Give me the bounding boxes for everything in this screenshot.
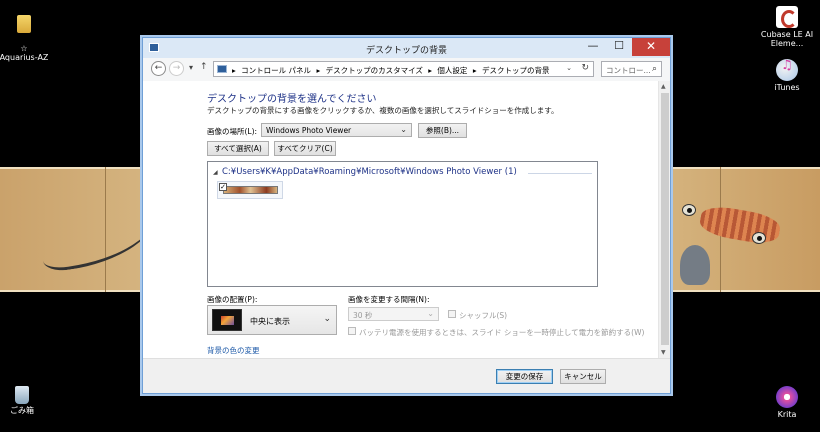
picture-thumbnail-item[interactable]: ✓ [217, 181, 283, 199]
breadcrumb-separator[interactable]: ▸ [232, 66, 236, 75]
picture-position-value: 中央に表示 [250, 317, 290, 326]
control-panel-icon [217, 65, 227, 73]
scroll-up-icon[interactable]: ▲ [661, 83, 666, 90]
collapse-group-icon[interactable]: ◢ [213, 169, 218, 176]
browse-button[interactable]: 参照(B)... [418, 123, 467, 138]
search-icon[interactable]: ⌕ [652, 64, 657, 74]
search-placeholder: コントロー... [606, 66, 651, 75]
chevron-down-icon: ⌄ [400, 125, 407, 134]
address-bar[interactable]: ▸ コントロール パネル ▸ デスクトップのカスタマイズ ▸ 個人設定 ▸ デス… [213, 61, 594, 77]
desktop-icon-cubase[interactable]: Cubase LE AI Eleme... [752, 6, 820, 48]
search-input[interactable]: コントロー... ⌕ [601, 61, 662, 77]
battery-pause-label: バッテリ電源を使用するときは、スライド ショーを一時停止して電力を節約する(W) [359, 328, 645, 337]
cancel-button[interactable]: キャンセル [560, 369, 606, 384]
select-all-button[interactable]: すべて選択(A) [207, 141, 269, 156]
shuffle-label: シャッフル(S) [459, 311, 508, 320]
desktop-icon-recycle-bin[interactable]: ごみ箱 [0, 386, 57, 415]
scroll-down-icon[interactable]: ▼ [661, 349, 666, 356]
picture-location-value: Windows Photo Viewer [266, 126, 352, 135]
change-interval-value: 30 秒 [353, 311, 373, 320]
save-changes-button[interactable]: 変更の保存 [496, 369, 553, 384]
navigation-bar: ← → ▾ ↑ ▸ コントロール パネル ▸ デスクトップのカスタマイズ ▸ 個… [143, 58, 670, 81]
battery-pause-checkbox[interactable] [348, 327, 356, 335]
shuffle-checkbox[interactable] [448, 310, 456, 318]
main-content: デスクトップの背景を選んでください デスクトップの背景にする画像をクリックするか… [143, 81, 658, 358]
clear-all-button[interactable]: すべてクリア(C) [274, 141, 336, 156]
minimize-button[interactable]: — [580, 38, 606, 56]
vertical-scrollbar[interactable]: ▲ ▼ [658, 81, 670, 358]
picture-thumbnail [223, 186, 278, 194]
wallpaper-blue-feather [680, 245, 710, 285]
change-interval-select[interactable]: 30 秒 ⌄ [348, 307, 439, 321]
picture-list[interactable]: ◢ C:¥Users¥K¥AppData¥Roaming¥Microsoft¥W… [207, 161, 598, 287]
chevron-down-icon: ⌄ [427, 309, 434, 318]
picture-position-label: 画像の配置(P): [207, 295, 258, 304]
dialog-footer: 変更の保存 キャンセル [143, 358, 670, 393]
group-divider [528, 173, 592, 174]
page-title: デスクトップの背景を選んでください [207, 94, 377, 105]
change-background-color-link[interactable]: 背景の色の変更 [207, 345, 260, 356]
cubase-app-icon [776, 6, 798, 28]
wallpaper-bird-eye [682, 204, 696, 216]
desktop-background-window: デスクトップの背景 — ☐ ✕ ← → ▾ ↑ ▸ コントロール パネル ▸ デ… [142, 37, 671, 394]
breadcrumb-control-panel[interactable]: コントロール パネル [241, 66, 311, 75]
desktop-icon-krita[interactable]: Krita [752, 386, 820, 419]
krita-app-icon [776, 386, 798, 408]
breadcrumb-separator[interactable]: ▸ [473, 66, 477, 75]
up-button[interactable]: ↑ [200, 62, 208, 72]
breadcrumb-separator[interactable]: ▸ [316, 66, 320, 75]
address-dropdown-icon[interactable]: ⌄ [566, 64, 572, 72]
breadcrumb-desktop-background[interactable]: デスクトップの背景 [482, 66, 550, 75]
breadcrumb-customization[interactable]: デスクトップのカスタマイズ [326, 66, 423, 75]
position-preview-icon [212, 309, 242, 331]
picture-group-header[interactable]: C:¥Users¥K¥AppData¥Roaming¥Microsoft¥Win… [222, 167, 517, 177]
picture-checkbox[interactable]: ✓ [219, 183, 227, 191]
itunes-app-icon [776, 59, 798, 81]
picture-position-select[interactable]: 中央に表示 ⌄ [207, 305, 337, 335]
picture-location-label: 画像の場所(L): [207, 127, 258, 136]
chevron-down-icon: ⌄ [323, 314, 331, 324]
recycle-bin-icon [15, 386, 29, 404]
desktop-icon-itunes[interactable]: iTunes [752, 59, 820, 92]
page-description: デスクトップの背景にする画像をクリックするか、複数の画像を選択してスライドショー… [207, 106, 559, 115]
desktop-icon-aquarius[interactable]: ☆ Aquarius-AZ [0, 6, 59, 62]
desktop-icon-label: Krita [777, 410, 797, 419]
breadcrumb-personalization[interactable]: 個人設定 [437, 66, 467, 75]
recent-locations-button[interactable]: ▾ [189, 63, 193, 72]
forward-button[interactable]: → [169, 61, 184, 76]
wallpaper-bird-eye [752, 232, 766, 244]
scrollbar-thumb[interactable] [661, 93, 669, 345]
title-bar[interactable]: デスクトップの背景 — ☐ ✕ [143, 38, 670, 58]
refresh-icon[interactable]: ↻ [581, 63, 589, 73]
back-button[interactable]: ← [151, 61, 166, 76]
maximize-button[interactable]: ☐ [606, 38, 632, 56]
breadcrumb: ▸ コントロール パネル ▸ デスクトップのカスタマイズ ▸ 個人設定 ▸ デス… [232, 65, 552, 76]
desktop-icon-label: ☆ Aquarius-AZ [0, 44, 49, 62]
close-button[interactable]: ✕ [632, 38, 670, 56]
desktop-icon-label: iTunes [774, 83, 800, 92]
breadcrumb-separator[interactable]: ▸ [428, 66, 432, 75]
folder-icon [17, 15, 31, 33]
change-interval-label: 画像を変更する間隔(N): [348, 295, 430, 304]
picture-location-select[interactable]: Windows Photo Viewer ⌄ [261, 123, 412, 137]
desktop-icon-label: Cubase LE AI Eleme... [760, 30, 814, 48]
desktop-icon-label: ごみ箱 [10, 406, 34, 415]
